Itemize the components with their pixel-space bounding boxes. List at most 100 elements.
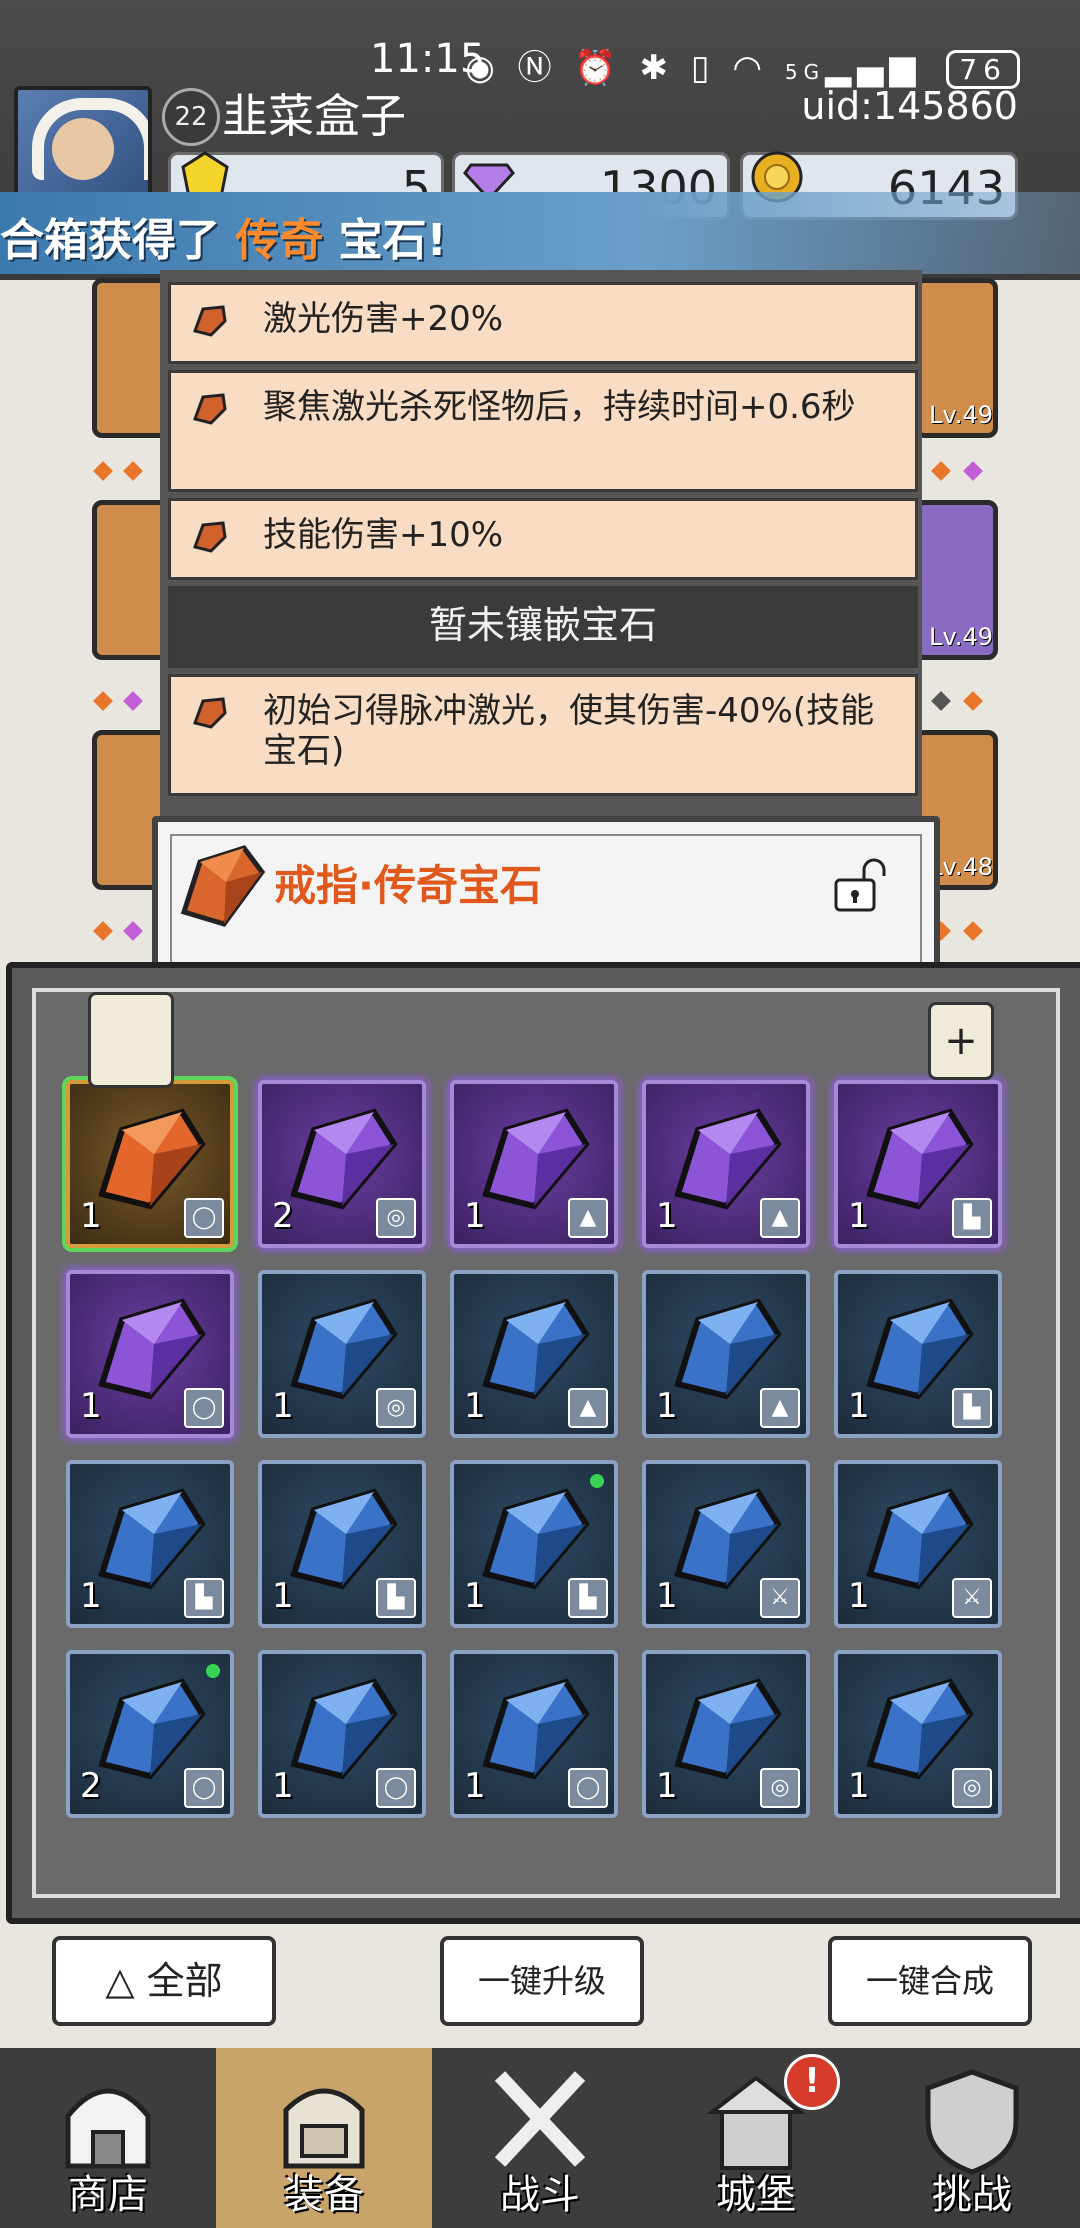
gem-count: 1 (848, 1576, 870, 1616)
gem-cell[interactable]: 1 ◯ (66, 1080, 234, 1248)
status-bar: 11:15 ◉ Ⓝ ⏰ ✱ ▯ ◠ 5G▂▄▆ 76 (0, 30, 1080, 90)
gem-cell[interactable]: 1 ▙ (450, 1460, 618, 1628)
gem-count: 1 (80, 1196, 102, 1236)
red-gem-icon (193, 697, 227, 729)
one-click-merge-button[interactable]: 一键合成 (828, 1936, 1032, 2026)
gem-cell[interactable]: 2 ◯ (66, 1650, 234, 1818)
blue-gem-icon (866, 1298, 974, 1400)
gem-cell[interactable]: 1 ⚔ (834, 1460, 1002, 1628)
ring-icon: ◯ (184, 1388, 224, 1428)
gem-cell[interactable]: 1 ▲ (642, 1270, 810, 1438)
empty-socket-row: 暂未镶嵌宝石 (168, 586, 918, 668)
unlock-icon[interactable] (830, 858, 890, 914)
gem-count: 1 (272, 1576, 294, 1616)
gem-inventory-panel: 1 ◯ 2 ◎ 1 ▲ 1 ▲ 1 ▙ 1 ◯ 1 ◎ 1 ▲ 1 ▲ 1 ▙ 1 ▙ 1 ▙ 1 ▙ 1 ⚔ 1 ⚔ 2 ◯ 1 ◯ 1 ◯ 1 ◎ 1 ◎ (6, 962, 1080, 1924)
equip-level: Lv.49 (929, 623, 993, 651)
necklace-icon: ◎ (376, 1198, 416, 1238)
alarm-icon: ⏰ (574, 48, 623, 88)
gem-cell[interactable]: 1 ◎ (834, 1650, 1002, 1818)
gem-cell[interactable]: 1 ⚔ (642, 1460, 810, 1628)
wifi-icon: ◠ (732, 48, 769, 88)
ring-icon: ◯ (184, 1198, 224, 1238)
purple-gem-icon (482, 1108, 590, 1210)
effect-row: 技能伤害+10% (168, 498, 918, 580)
gem-count: 1 (272, 1386, 294, 1426)
gem-cell[interactable]: 1 ◯ (258, 1650, 426, 1818)
orange-gem-icon (98, 1108, 206, 1210)
boots-icon: ▙ (952, 1388, 992, 1428)
gem-cell[interactable]: 1 ◎ (642, 1650, 810, 1818)
gem-count: 1 (80, 1576, 102, 1616)
quality-dot (963, 691, 983, 711)
gem-cell[interactable]: 1 ▙ (834, 1270, 1002, 1438)
equip-slot-right-1[interactable]: Lv.49 (914, 278, 998, 438)
armor-icon: ▲ (568, 1198, 608, 1238)
nav-castle[interactable]: ! 城堡 (648, 2048, 864, 2228)
gem-count: 1 (656, 1386, 678, 1426)
quality-dot (93, 921, 113, 941)
blue-gem-icon (290, 1488, 398, 1590)
gem-count: 1 (464, 1766, 486, 1806)
filter-all-label: 全部 (146, 1959, 223, 2003)
blue-gem-icon (674, 1678, 782, 1780)
blue-gem-icon (674, 1488, 782, 1590)
purple-gem-icon (866, 1108, 974, 1210)
gem-title: 戒指·传奇宝石 (274, 861, 542, 910)
armor-icon: ▲ (760, 1198, 800, 1238)
gem-cell[interactable]: 1 ▙ (66, 1460, 234, 1628)
status-icons: ◉ Ⓝ ⏰ ✱ ▯ ◠ 5G▂▄▆ 76 (465, 40, 1020, 89)
gem-count: 1 (656, 1196, 678, 1236)
new-indicator (590, 1474, 604, 1488)
weapon-icon: ⚔ (952, 1578, 992, 1618)
backpack-icon (283, 2088, 365, 2169)
vibrate-icon: ▯ (690, 48, 716, 88)
blue-gem-icon (98, 1488, 206, 1590)
nav-shop[interactable]: 商店 (0, 2048, 216, 2228)
equip-slot-right-2[interactable]: Lv.49 (914, 500, 998, 660)
quality-dot (123, 691, 143, 711)
legendary-gem-icon (180, 845, 266, 927)
gem-cell[interactable]: 1 ▲ (450, 1270, 618, 1438)
nav-equipment[interactable]: 装备 (216, 2048, 432, 2228)
nav-battle[interactable]: 战斗 (432, 2048, 648, 2228)
gem-cell[interactable]: 1 ◯ (66, 1270, 234, 1438)
gem-cell[interactable]: 1 ▙ (258, 1460, 426, 1628)
purple-gem-icon (674, 1108, 782, 1210)
effect-row: 聚焦激光杀死怪物后，持续时间+0.6秒 (168, 370, 918, 492)
quality-dot (93, 461, 113, 481)
nav-challenge[interactable]: 挑战 (864, 2048, 1080, 2228)
gem-cell[interactable]: 2 ◎ (258, 1080, 426, 1248)
blue-gem-icon (290, 1678, 398, 1780)
gem-cell[interactable]: 1 ▲ (450, 1080, 618, 1248)
purple-gem-icon (290, 1108, 398, 1210)
quality-dot (93, 691, 113, 711)
red-gem-icon (193, 521, 227, 553)
effect-row: 激光伤害+20% (168, 282, 918, 364)
gem-count: 1 (848, 1386, 870, 1426)
gem-count: 1 (464, 1386, 486, 1426)
one-click-upgrade-button[interactable]: 一键升级 (440, 1936, 644, 2026)
quality-dot (931, 691, 951, 711)
player-name: 韭菜盒子 (222, 89, 406, 143)
swords-icon (494, 2071, 586, 2167)
inventory-grid[interactable]: 1 ◯ 2 ◎ 1 ▲ 1 ▲ 1 ▙ 1 ◯ 1 ◎ 1 ▲ 1 ▲ 1 ▙ 1 ▙ 1 ▙ 1 ▙ 1 ⚔ 1 ⚔ 2 ◯ 1 ◯ 1 ◯ 1 ◎ 1 ◎ (32, 988, 1060, 1898)
blue-gem-icon (482, 1298, 590, 1400)
gem-count: 1 (80, 1386, 102, 1426)
gem-cell[interactable]: 1 ◯ (450, 1650, 618, 1818)
gem-cell[interactable]: 1 ▲ (642, 1080, 810, 1248)
quality-dot (123, 921, 143, 941)
gem-cell[interactable]: 1 ▙ (834, 1080, 1002, 1248)
player-uid: uid:145860 (801, 84, 1018, 128)
filter-tab-equipment[interactable] (88, 992, 174, 1088)
armor-icon: ▲ (760, 1388, 800, 1428)
filter-all-button[interactable]: △ 全部 (52, 1936, 276, 2026)
triangle-icon: △ (105, 1959, 135, 2003)
gem-count: 1 (272, 1766, 294, 1806)
gem-cell[interactable]: 1 ◎ (258, 1270, 426, 1438)
plus-icon[interactable]: + (928, 1002, 994, 1080)
ring-icon: ◯ (376, 1768, 416, 1808)
gem-count: 1 (848, 1766, 870, 1806)
gem-count: 2 (80, 1766, 102, 1806)
blue-gem-icon (482, 1678, 590, 1780)
gem-count: 2 (272, 1196, 294, 1236)
